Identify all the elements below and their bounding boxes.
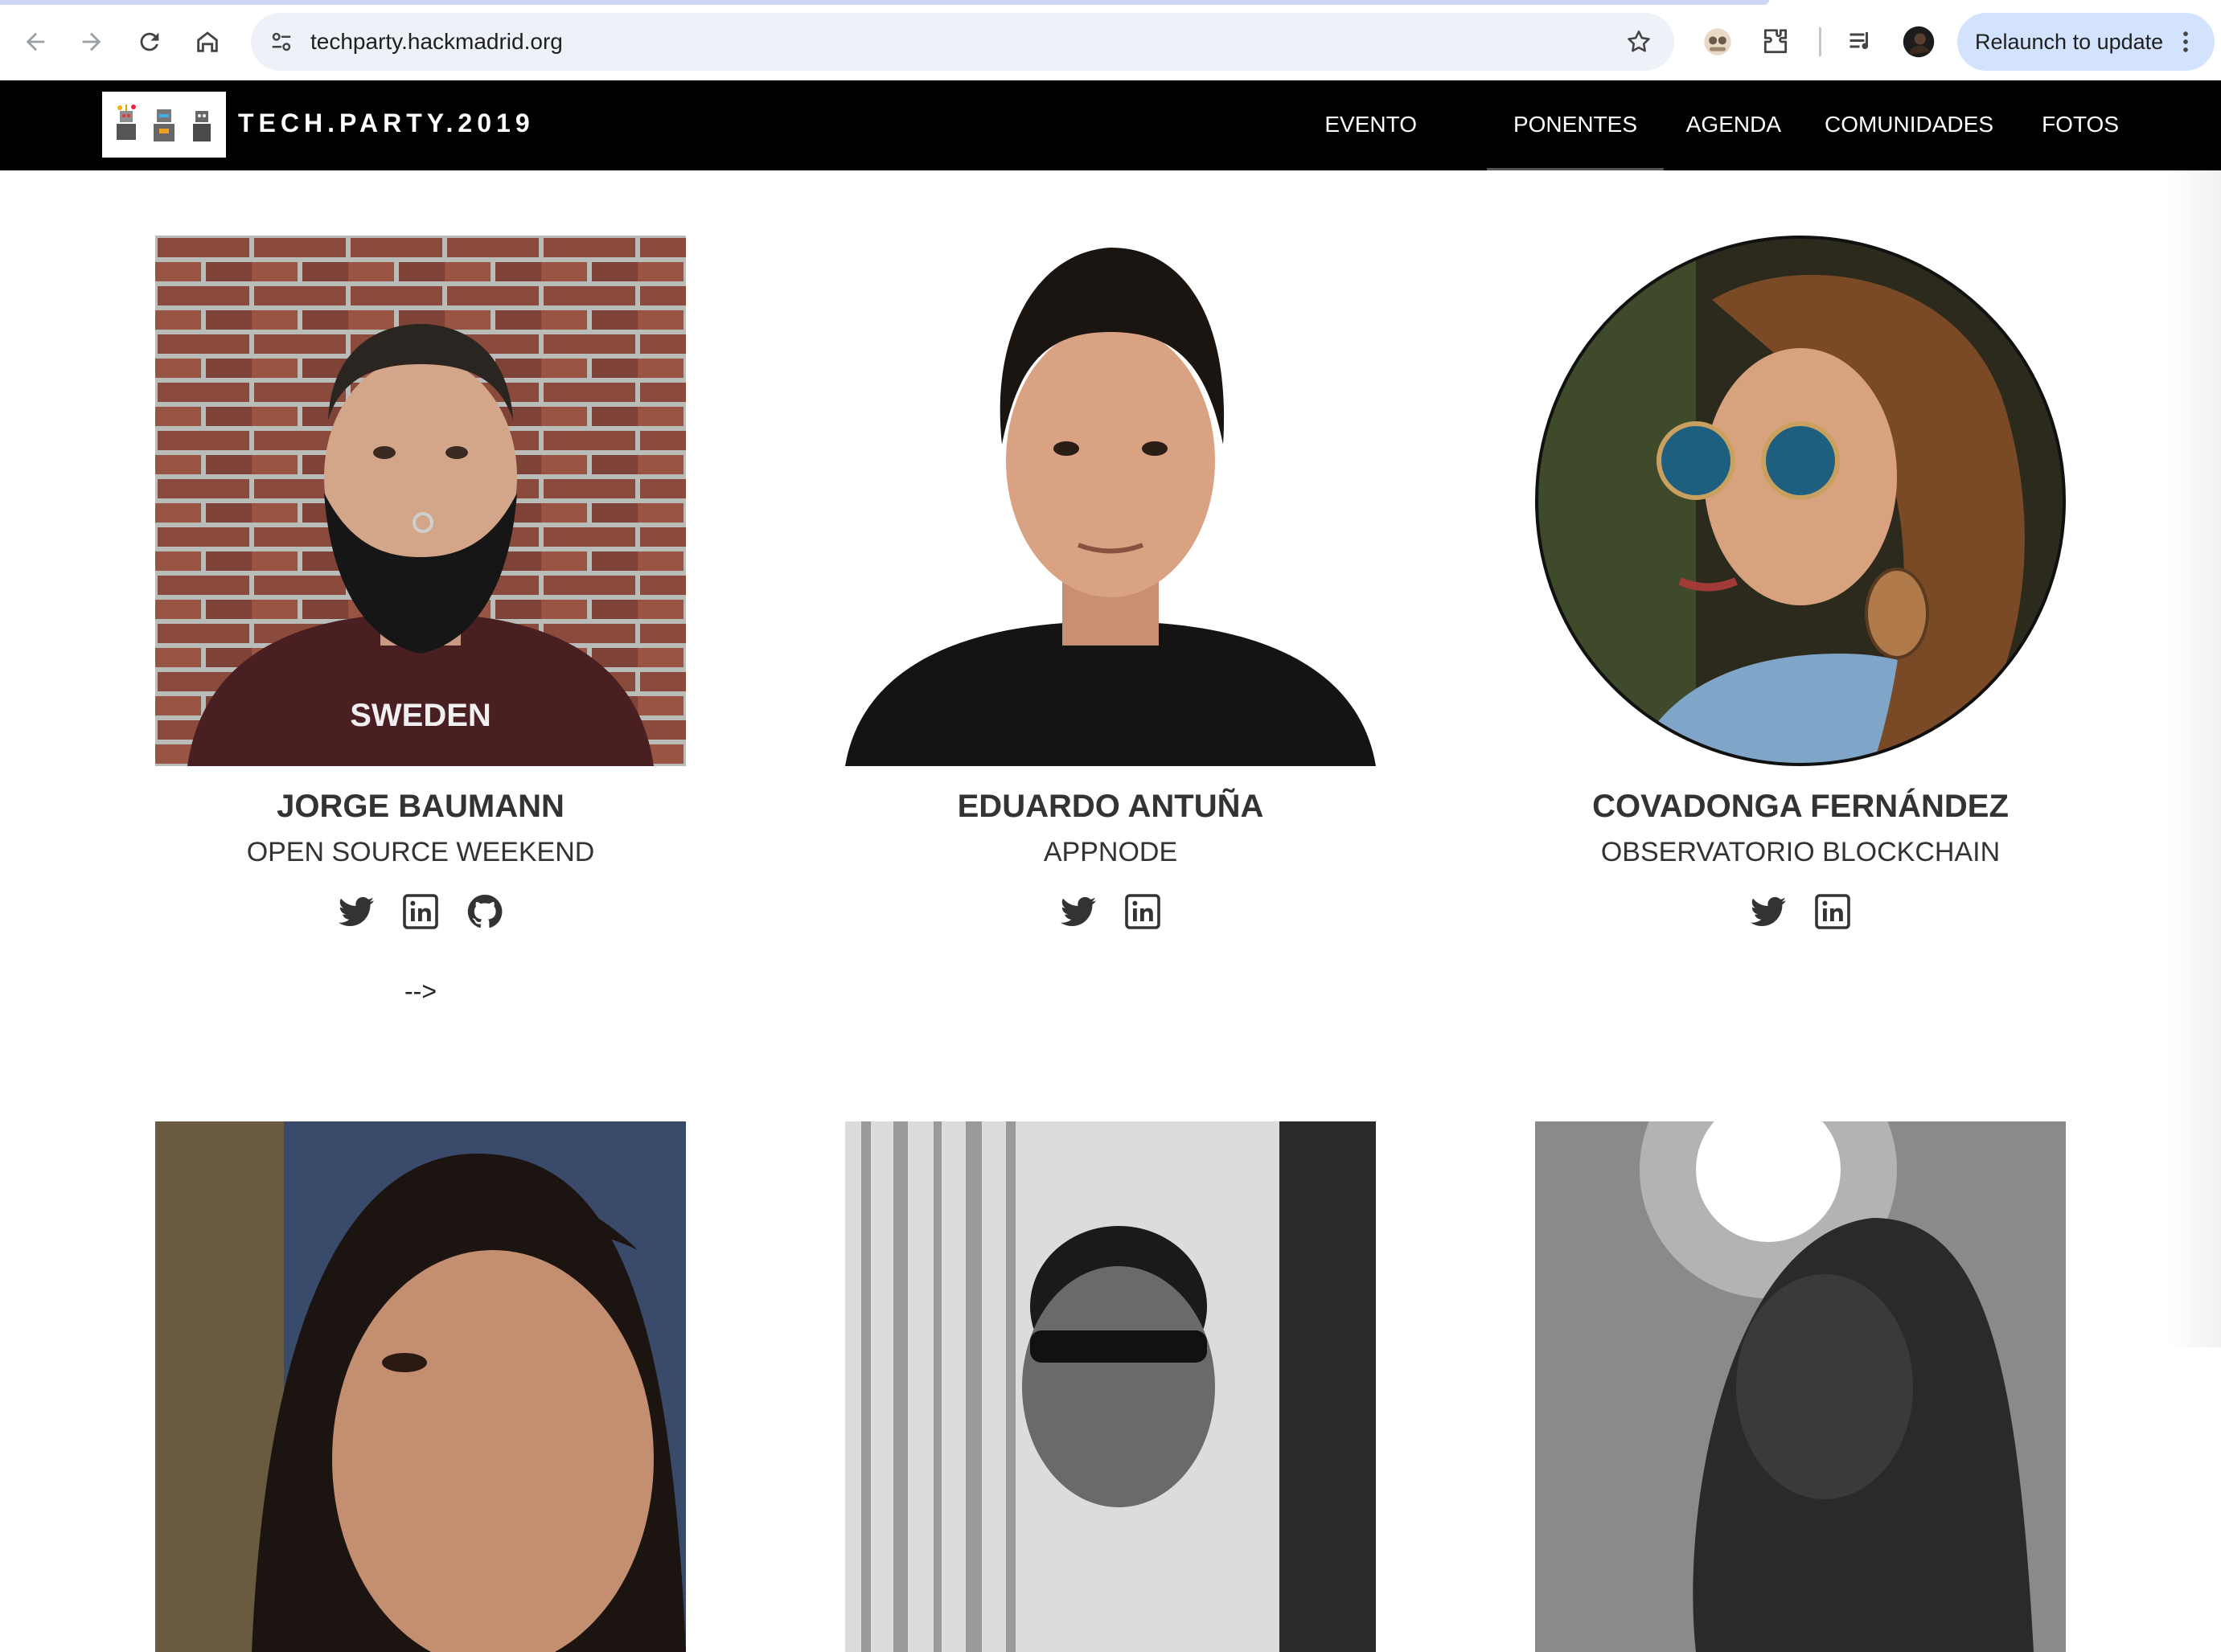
linkedin-icon[interactable] bbox=[1813, 892, 1853, 932]
reload-icon bbox=[140, 32, 159, 51]
speaker-name: JORGE BAUMANN bbox=[277, 789, 564, 824]
nav-fotos[interactable]: FOTOS bbox=[2042, 80, 2119, 170]
home-icon bbox=[197, 31, 218, 52]
relaunch-to-update-button[interactable]: Relaunch to update bbox=[1957, 13, 2215, 71]
nav-agenda[interactable]: AGENDA bbox=[1686, 80, 1781, 170]
toolbar-divider bbox=[1819, 27, 1821, 56]
site-info-icon[interactable] bbox=[261, 21, 302, 63]
stray-comment-text: --> bbox=[404, 977, 437, 1006]
speaker-photo: SWEDEN bbox=[155, 236, 686, 766]
linkedin-icon[interactable] bbox=[400, 892, 441, 932]
svg-text:SWEDEN: SWEDEN bbox=[350, 698, 491, 733]
speaker-organization: OBSERVATORIO BLOCKCHAIN bbox=[1600, 837, 2001, 867]
reload-button[interactable] bbox=[125, 18, 174, 66]
speaker-photo bbox=[1535, 236, 2066, 766]
home-button[interactable] bbox=[183, 18, 232, 66]
url-text[interactable]: techparty.hackmadrid.org bbox=[310, 13, 563, 71]
twitter-icon[interactable] bbox=[336, 892, 376, 932]
back-arrow-icon bbox=[26, 32, 45, 51]
tab-strip-edge bbox=[0, 0, 1769, 5]
nav-comunidades[interactable]: COMUNIDADES bbox=[1825, 80, 1993, 170]
speaker-photo bbox=[155, 1121, 686, 1652]
robot-logo-icon bbox=[116, 105, 136, 140]
twitter-icon[interactable] bbox=[1058, 892, 1098, 932]
extension-avatar-icon[interactable] bbox=[1693, 18, 1742, 66]
bookmark-star-icon[interactable] bbox=[1618, 21, 1660, 63]
speaker-socials bbox=[1535, 892, 2066, 940]
more-menu-icon[interactable] bbox=[2170, 26, 2202, 58]
brand-title[interactable]: TECH.PARTY.2019 bbox=[238, 80, 535, 170]
speaker-photo bbox=[845, 236, 1376, 766]
browser-toolbar: techparty.hackmadrid.org Relaunch to upd… bbox=[0, 0, 2221, 81]
speaker-organization: OPEN SOURCE WEEKEND bbox=[246, 837, 595, 867]
relaunch-label: Relaunch to update bbox=[1975, 30, 2164, 54]
robot-logo-icon bbox=[153, 109, 174, 141]
speaker-photo bbox=[845, 1121, 1376, 1652]
profile-avatar-icon[interactable] bbox=[1895, 18, 1943, 66]
linkedin-icon[interactable] bbox=[1123, 892, 1163, 932]
site-logo[interactable] bbox=[102, 92, 226, 158]
forward-button[interactable] bbox=[68, 18, 116, 66]
extensions-puzzle-icon[interactable] bbox=[1751, 18, 1800, 66]
speaker-socials bbox=[845, 892, 1376, 940]
nav-ponentes[interactable]: PONENTES bbox=[1486, 80, 1665, 170]
twitter-icon[interactable] bbox=[1748, 892, 1788, 932]
github-icon[interactable] bbox=[465, 892, 505, 932]
speaker-socials bbox=[155, 892, 686, 940]
speaker-photo bbox=[1535, 1121, 2066, 1652]
nav-evento[interactable]: EVENTO bbox=[1324, 80, 1417, 170]
robot-logo-icon bbox=[193, 111, 211, 141]
back-button[interactable] bbox=[11, 18, 60, 66]
media-control-icon[interactable] bbox=[1837, 18, 1885, 66]
speaker-name: EDUARDO ANTUÑA bbox=[957, 789, 1264, 824]
address-bar[interactable]: techparty.hackmadrid.org bbox=[251, 13, 1674, 71]
forward-arrow-icon bbox=[82, 32, 101, 51]
page-edge-shadow bbox=[2168, 170, 2221, 1347]
speaker-organization: APPNODE bbox=[1043, 837, 1178, 867]
speaker-name: COVADONGA FERNÁNDEZ bbox=[1592, 789, 2009, 824]
site-header: TECH.PARTY.2019 EVENTO PONENTES AGENDA C… bbox=[0, 80, 2221, 170]
